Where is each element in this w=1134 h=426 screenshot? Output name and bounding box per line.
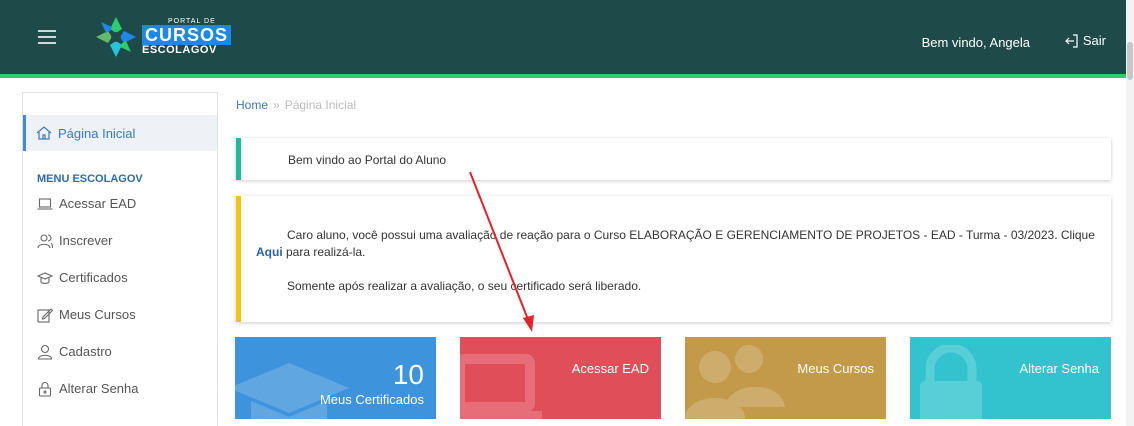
sidebar-item-label: Alterar Senha	[59, 381, 139, 396]
sidebar-item-label: Certificados	[59, 270, 128, 285]
hamburger-menu-icon[interactable]	[38, 30, 56, 44]
sidebar-heading: MENU ESCOLAGOV	[37, 173, 143, 185]
home-icon	[36, 126, 52, 140]
notice-message: Caro aluno, você possui uma avaliação de…	[256, 227, 1106, 261]
sidebar-item-cadastro[interactable]: Cadastro	[23, 333, 217, 370]
sidebar-item-inscrever[interactable]: Inscrever	[23, 222, 217, 259]
graduation-cap-icon	[37, 270, 53, 286]
sidebar-item-certificados[interactable]: Certificados	[23, 259, 217, 296]
page-scrollbar[interactable]	[1126, 0, 1134, 426]
lock-icon	[37, 381, 53, 397]
evaluation-link[interactable]: Aqui	[256, 245, 283, 259]
notice-text-before: Caro aluno, você possui uma avaliação de…	[287, 228, 1095, 242]
sidebar-home-label: Página Inicial	[58, 125, 136, 141]
sidebar-item-meus-cursos[interactable]: Meus Cursos	[23, 296, 217, 333]
breadcrumb: Home » Página Inicial	[236, 98, 356, 112]
user-icon	[37, 344, 53, 360]
graduation-cap-icon	[235, 363, 349, 419]
users-icon	[37, 233, 53, 249]
breadcrumb-current: Página Inicial	[284, 98, 357, 112]
sign-out-icon	[1065, 33, 1078, 48]
laptop-icon	[37, 196, 53, 212]
logo-line-3: ESCOLAGOV	[142, 44, 217, 56]
sidebar-item-home[interactable]: Página Inicial	[23, 115, 217, 151]
welcome-panel: Bem vindo ao Portal do Aluno	[236, 138, 1111, 180]
sidebar-item-alterar-senha[interactable]: Alterar Senha	[23, 370, 217, 407]
laptop-icon	[460, 354, 542, 419]
welcome-user-text: Bem vindo, Angela	[921, 35, 1030, 50]
tile-label: Meus Certificados	[319, 392, 424, 407]
sidebar: Página Inicial MENU ESCOLAGOV Acessar EA…	[22, 92, 218, 426]
tile-alterar-senha[interactable]: Alterar Senha	[910, 337, 1111, 419]
tile-meus-cursos[interactable]: Meus Cursos	[685, 337, 886, 419]
tile-acessar-ead[interactable]: Acessar EAD	[460, 337, 661, 419]
logout-button[interactable]: Sair	[1065, 33, 1106, 48]
logo-line-2: CURSOS	[142, 25, 232, 45]
top-navbar: PORTAL DE CURSOS ESCOLAGOV Bem vindo, An…	[0, 0, 1134, 78]
evaluation-notice-panel: Caro aluno, você possui uma avaliação de…	[236, 196, 1111, 322]
sidebar-item-acessar-ead[interactable]: Acessar EAD	[23, 185, 217, 222]
sidebar-item-label: Cadastro	[59, 344, 112, 359]
welcome-panel-text: Bem vindo ao Portal do Aluno	[288, 153, 447, 167]
tile-label: Acessar EAD	[571, 361, 649, 376]
notice-certificate-message: Somente após realizar a avaliação, o seu…	[287, 279, 642, 293]
lock-icon	[920, 345, 982, 419]
tile-meus-certificados[interactable]: 10 Meus Certificados	[235, 337, 436, 419]
sidebar-item-label: Meus Cursos	[59, 307, 136, 322]
logo-line-1: PORTAL DE	[168, 18, 216, 25]
sidebar-item-label: Acessar EAD	[59, 196, 137, 211]
notice-text-after: para realizá-la.	[282, 245, 366, 259]
tile-label: Meus Cursos	[797, 361, 874, 376]
breadcrumb-home-link[interactable]: Home	[236, 98, 268, 112]
logo-mark-icon	[94, 15, 138, 59]
users-icon	[685, 345, 785, 419]
certificates-count: 10	[392, 359, 424, 390]
breadcrumb-separator: »	[273, 98, 280, 112]
sidebar-item-label: Inscrever	[59, 233, 113, 248]
logout-label: Sair	[1082, 33, 1106, 48]
tile-label: Alterar Senha	[1019, 361, 1100, 376]
edit-icon	[37, 307, 53, 323]
portal-logo[interactable]: PORTAL DE CURSOS ESCOLAGOV	[94, 14, 232, 60]
